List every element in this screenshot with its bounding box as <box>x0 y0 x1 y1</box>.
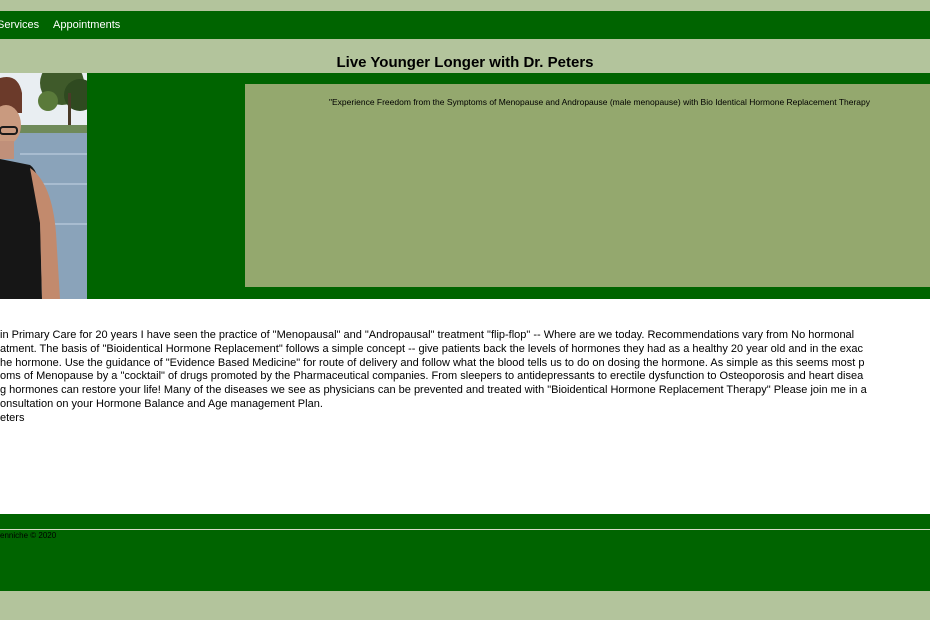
doctor-photo-illustration <box>0 73 87 299</box>
footer: enniche © 2020 <box>0 514 930 591</box>
title-band: Live Younger Longer with Dr. Peters <box>0 39 930 73</box>
copyright-text: enniche © 2020 <box>0 531 57 540</box>
doctor-message: in Primary Care for 20 years I have seen… <box>0 329 930 426</box>
hero-section: "Experience Freedom from the Symptoms of… <box>0 73 930 299</box>
message-line: atment. The basis of "Bioidentical Hormo… <box>0 342 864 355</box>
main-content: in Primary Care for 20 years I have seen… <box>0 299 930 514</box>
footer-divider <box>0 529 930 530</box>
message-line: onsultation on your Hormone Balance and … <box>0 397 323 410</box>
top-navigation-bar: Services Appointments <box>0 11 930 39</box>
quote-box: "Experience Freedom from the Symptoms of… <box>245 84 930 287</box>
message-line: oms of Menopause by a "cocktail" of drug… <box>0 370 864 383</box>
page-title: Live Younger Longer with Dr. Peters <box>336 54 594 71</box>
doctor-photo <box>0 73 87 299</box>
nav-link-services[interactable]: Services <box>0 19 39 31</box>
message-signature: eters <box>0 411 25 424</box>
hero-quote: "Experience Freedom from the Symptoms of… <box>329 97 871 107</box>
message-line: in Primary Care for 20 years I have seen… <box>0 329 855 341</box>
nav-link-appointments[interactable]: Appointments <box>53 19 120 31</box>
message-line: g hormones can restore your life! Many o… <box>0 384 867 397</box>
message-line: he hormone. Use the guidance of "Evidenc… <box>0 356 865 369</box>
